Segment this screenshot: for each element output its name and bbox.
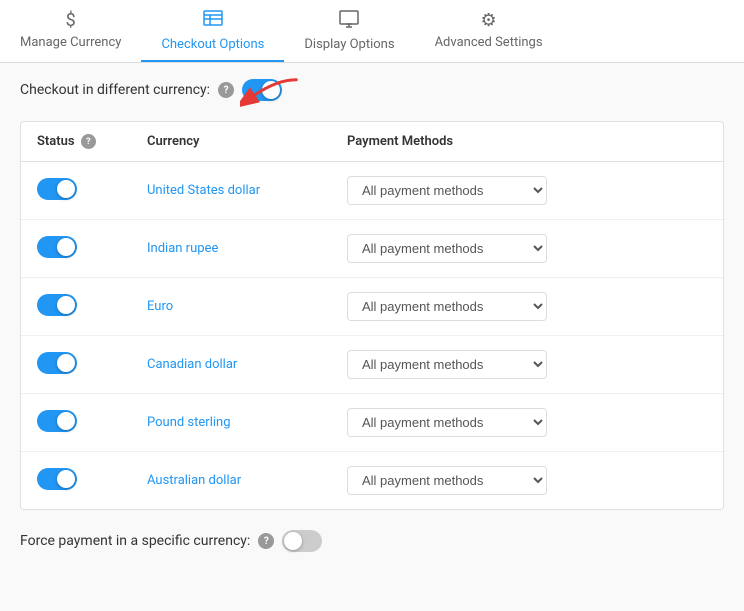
tab-display-options[interactable]: Display Options bbox=[284, 0, 414, 62]
tab-checkout-options-label: Checkout Options bbox=[161, 37, 264, 52]
currency-usd[interactable]: United States dollar bbox=[147, 183, 347, 198]
tab-nav: $ Manage Currency Checkout Options Displ… bbox=[0, 0, 744, 63]
payment-select-cad: All payment methods bbox=[347, 350, 547, 379]
table-row: Euro All payment methods bbox=[21, 278, 723, 336]
table-header: Status ? Currency Payment Methods bbox=[21, 122, 723, 162]
table-row: Australian dollar All payment methods bbox=[21, 452, 723, 509]
payment-aud[interactable]: All payment methods bbox=[347, 466, 707, 495]
header-currency: Currency bbox=[147, 134, 347, 149]
row-toggle-usd[interactable] bbox=[37, 178, 147, 204]
checkout-toggle-row: Checkout in different currency: ? bbox=[20, 79, 724, 101]
row-toggle-eur[interactable] bbox=[37, 294, 147, 320]
table-row: United States dollar All payment methods bbox=[21, 162, 723, 220]
tab-manage-currency-label: Manage Currency bbox=[20, 35, 121, 50]
advanced-settings-icon: ⚙ bbox=[480, 10, 496, 31]
status-help-icon[interactable]: ? bbox=[81, 134, 96, 149]
header-status: Status ? bbox=[37, 134, 147, 149]
manage-currency-icon: $ bbox=[66, 10, 76, 31]
currency-table: Status ? Currency Payment Methods United… bbox=[20, 121, 724, 510]
tab-advanced-settings-label: Advanced Settings bbox=[435, 35, 543, 50]
arrow-indicator bbox=[240, 71, 300, 115]
tab-checkout-options[interactable]: Checkout Options bbox=[141, 0, 284, 62]
row-toggle-gbp[interactable] bbox=[37, 410, 147, 436]
tab-advanced-settings[interactable]: ⚙ Advanced Settings bbox=[415, 0, 563, 62]
checkout-toggle-label: Checkout in different currency: bbox=[20, 82, 210, 98]
checkout-toggle-help-icon[interactable]: ? bbox=[218, 82, 234, 98]
currency-cad[interactable]: Canadian dollar bbox=[147, 357, 347, 372]
payment-eur[interactable]: All payment methods bbox=[347, 292, 707, 321]
force-payment-toggle[interactable] bbox=[282, 530, 322, 552]
row-toggle-cad[interactable] bbox=[37, 352, 147, 378]
tab-manage-currency[interactable]: $ Manage Currency bbox=[0, 0, 141, 62]
payment-usd[interactable]: All payment methods bbox=[347, 176, 707, 205]
payment-select-gbp: All payment methods bbox=[347, 408, 547, 437]
currency-aud[interactable]: Australian dollar bbox=[147, 473, 347, 488]
payment-select-inr: All payment methods bbox=[347, 234, 547, 263]
table-row: Indian rupee All payment methods bbox=[21, 220, 723, 278]
force-payment-help-icon[interactable]: ? bbox=[258, 533, 274, 549]
payment-select-aud: All payment methods bbox=[347, 466, 547, 495]
currency-eur[interactable]: Euro bbox=[147, 299, 347, 314]
currency-inr[interactable]: Indian rupee bbox=[147, 241, 347, 256]
payment-select-usd: All payment methods bbox=[347, 176, 547, 205]
content-area: Checkout in different currency: ? Status… bbox=[0, 63, 744, 611]
row-toggle-aud[interactable] bbox=[37, 468, 147, 494]
force-payment-row: Force payment in a specific currency: ? bbox=[20, 530, 724, 552]
display-options-icon bbox=[339, 10, 359, 33]
payment-cad[interactable]: All payment methods bbox=[347, 350, 707, 379]
payment-select-eur: All payment methods bbox=[347, 292, 547, 321]
payment-inr[interactable]: All payment methods bbox=[347, 234, 707, 263]
payment-gbp[interactable]: All payment methods bbox=[347, 408, 707, 437]
checkout-options-icon bbox=[203, 10, 223, 33]
row-toggle-inr[interactable] bbox=[37, 236, 147, 262]
currency-gbp[interactable]: Pound sterling bbox=[147, 415, 347, 430]
force-payment-label: Force payment in a specific currency: bbox=[20, 533, 250, 549]
header-payment-methods: Payment Methods bbox=[347, 134, 707, 149]
table-row: Canadian dollar All payment methods bbox=[21, 336, 723, 394]
table-row: Pound sterling All payment methods bbox=[21, 394, 723, 452]
tab-display-options-label: Display Options bbox=[304, 37, 394, 52]
